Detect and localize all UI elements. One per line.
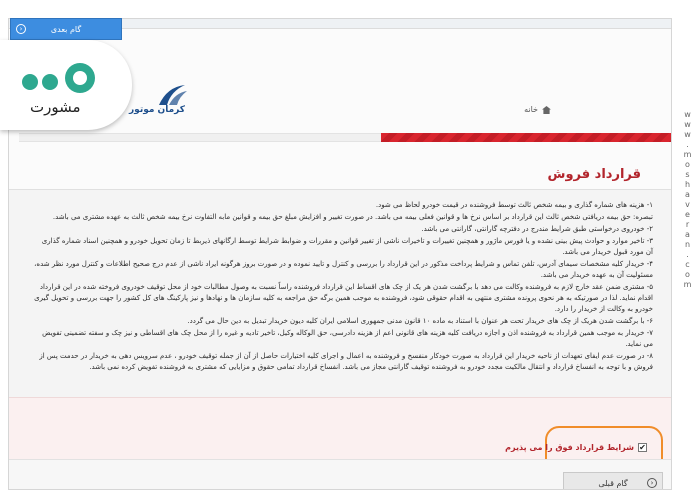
term-item: ۴- خریدار کلیه مشخصات سیمای آدرس، تلفن ت… — [34, 260, 653, 279]
side-url-char: m — [683, 150, 693, 159]
side-url-char: e — [685, 210, 691, 219]
screenshot-frame: کرمان موتور خانه قرارداد فروش ۱- هزینه ه… — [0, 0, 700, 500]
header-accent-bar — [381, 133, 671, 142]
watermark-logo: مشورت — [0, 40, 132, 130]
term-item: ۵- مشتری ضمن عقد خارج لازم به فروشنده وک… — [34, 283, 653, 313]
side-url-char: a — [685, 230, 691, 239]
side-url-char: m — [683, 280, 693, 289]
accept-terms-label[interactable]: شرایط قرارداد فوق را می پذیرم — [505, 443, 634, 452]
site-logo[interactable]: کرمان موتور — [129, 83, 189, 123]
accept-terms-checkbox[interactable]: ✔ — [638, 443, 647, 452]
chevron-left-icon: ‹ — [16, 24, 26, 34]
side-url-char: o — [685, 160, 691, 169]
term-item: ۲- خودروی درخواستی طبق شرایط مندرج در دف… — [421, 225, 653, 233]
side-watermark-url: www.moshaveran.com — [682, 110, 694, 300]
side-url-char: o — [685, 270, 691, 279]
header-divider — [19, 133, 381, 142]
car-swoosh-icon — [159, 85, 187, 105]
terms-text: ۱- هزینه های شماره گذاری و بیمه شخص ثالث… — [33, 200, 653, 374]
term-item: تبصره: حق بیمه دریافتی شخص ثالث این قرار… — [52, 213, 653, 221]
breadcrumb: خانه — [524, 105, 551, 114]
side-url-char: w — [684, 110, 692, 119]
prev-step-button[interactable]: گام قبلی › — [563, 472, 663, 489]
term-item: ۳- تاخیر موارد و حوادث پیش بینی نشده و ی… — [41, 237, 653, 256]
terms-box: ۱- هزینه های شماره گذاری و بیمه شخص ثالث… — [9, 189, 671, 397]
side-url-char: h — [684, 180, 692, 189]
side-url-char: s — [685, 170, 691, 179]
side-url-char: n — [684, 240, 692, 249]
site-logo-text: کرمان موتور — [129, 105, 186, 115]
side-url-char: w — [684, 120, 692, 129]
prev-step-label: گام قبلی — [598, 478, 628, 488]
term-item: ۶- با برگشت شدن هریک از چک های خریدار تح… — [187, 317, 653, 325]
chevron-right-icon: › — [647, 478, 657, 488]
home-icon[interactable] — [542, 105, 551, 114]
side-url-char: . — [686, 140, 690, 149]
side-url-char: a — [685, 190, 691, 199]
side-url-char: w — [684, 130, 692, 139]
side-url-char: r — [685, 220, 691, 229]
next-step-button[interactable]: ‹ گام بعدی — [10, 18, 122, 40]
side-url-char: c — [685, 260, 691, 269]
side-url-char: . — [686, 250, 690, 259]
term-item: ۱- هزینه های شماره گذاری و بیمه شخص ثالث… — [375, 201, 653, 209]
breadcrumb-home[interactable]: خانه — [524, 105, 538, 114]
page-title: قرارداد فروش — [547, 167, 641, 182]
side-url-char: v — [685, 200, 691, 209]
watermark-dots-icon — [22, 63, 95, 93]
term-item: ۷- خریدار به موجب همین قرارداد به فروشند… — [42, 329, 653, 348]
footer-bar: گام قبلی › — [9, 459, 671, 489]
watermark-brand: مشورت — [30, 98, 81, 116]
next-step-label: گام بعدی — [50, 24, 82, 34]
accept-terms-row[interactable]: ✔ شرایط قرارداد فوق را می پذیرم — [505, 443, 647, 452]
term-item: ۸- در صورت عدم ایفای تعهدات از ناحیه خری… — [39, 352, 653, 371]
